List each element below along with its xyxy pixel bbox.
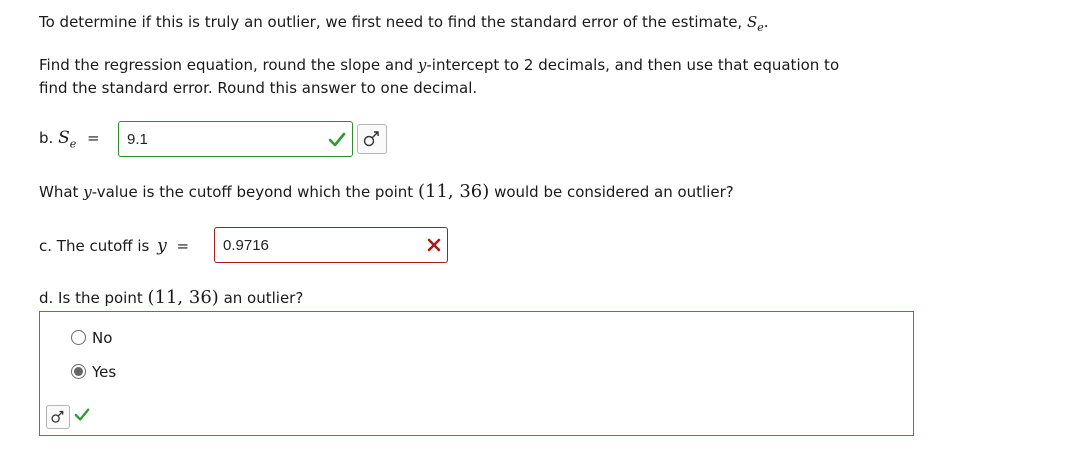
keyboard-symbol-button-b[interactable]: [357, 124, 387, 154]
part-d-question: d. Is the point (11, 36) an outlier?: [39, 287, 304, 308]
se-variable: Se: [746, 13, 764, 34]
se-answer-field[interactable]: 9.1: [118, 121, 353, 157]
part-b-label: b. Se =: [39, 128, 100, 151]
cutoff-answer-field[interactable]: 0.9716: [214, 227, 448, 263]
part-c-label: c. The cutoff is y =: [39, 236, 190, 256]
instruction-line-2: find the standard error. Round this answ…: [39, 79, 478, 97]
radio-no[interactable]: [71, 330, 86, 345]
option-yes[interactable]: Yes: [71, 363, 191, 385]
checkmark-icon: [74, 408, 90, 421]
instruction-line-1: Find the regression equation, round the …: [39, 56, 840, 74]
keyboard-symbol-icon: [363, 131, 379, 147]
part-d-choice-box: No Yes: [39, 311, 914, 436]
question-c: What y-value is the cutoff beyond which …: [39, 181, 734, 202]
intro-line-1: To determine if this is truly an outlier…: [39, 13, 769, 34]
option-no[interactable]: No: [71, 329, 191, 351]
checkmark-icon: [328, 132, 346, 147]
keyboard-symbol-button-d[interactable]: [46, 405, 70, 429]
x-mark-icon: [427, 238, 441, 252]
radio-yes[interactable]: [71, 364, 86, 379]
keyboard-symbol-icon: [51, 410, 64, 423]
